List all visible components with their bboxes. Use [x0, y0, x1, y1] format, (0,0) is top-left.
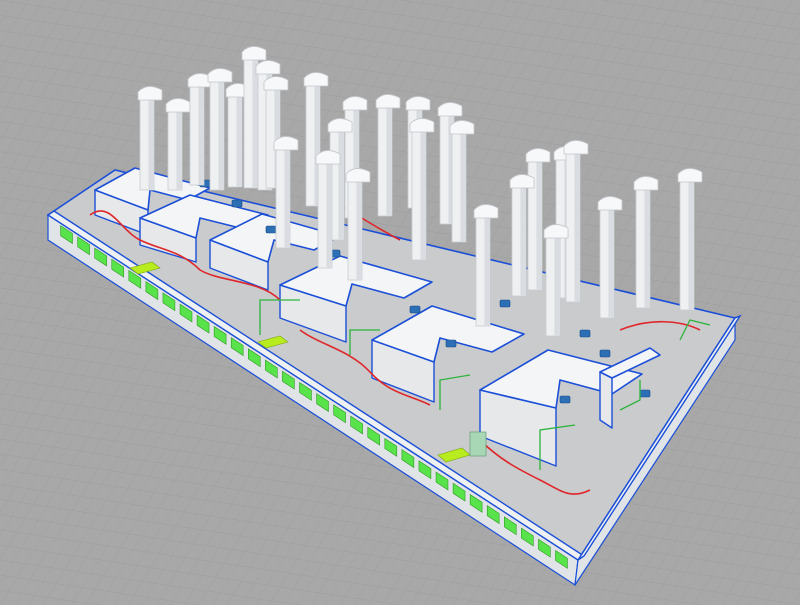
stack-shadow: [386, 106, 392, 216]
stack-shadow: [460, 132, 466, 242]
stack-shadow: [688, 180, 694, 310]
fan-unit-icon: [265, 225, 277, 234]
stack-cap: [303, 72, 329, 87]
stack-cap: [677, 168, 703, 183]
stack-cap: [241, 46, 267, 61]
stack-shadow: [338, 130, 344, 240]
fan-unit-icon: [499, 299, 511, 308]
stack-cap: [525, 148, 551, 163]
stack-shadow: [420, 130, 426, 260]
stack-cap: [449, 120, 475, 135]
stack-shadow: [574, 152, 580, 302]
control-cabinet-icon: [469, 431, 487, 457]
fan-unit-icon: [639, 389, 651, 398]
stack-shadow: [198, 85, 204, 185]
paint-booth-plant-3d-view: [0, 0, 800, 605]
stack-cap: [597, 196, 623, 211]
stack-shadow: [520, 186, 526, 296]
stack-shadow: [218, 80, 224, 190]
stack-shadow: [536, 160, 542, 290]
fan-unit-icon: [559, 395, 571, 404]
stack-cap: [543, 224, 569, 239]
stack-shadow: [148, 98, 154, 190]
stack-cap: [509, 174, 535, 189]
fan-unit-icon: [231, 199, 243, 208]
booth-wall: [599, 371, 613, 429]
fan-unit-icon: [579, 329, 591, 338]
fan-unit-icon: [409, 305, 421, 314]
stack-shadow: [608, 208, 614, 318]
stack-shadow: [484, 216, 490, 326]
stack-cap: [405, 96, 431, 111]
fan-unit-icon: [599, 349, 611, 358]
stack-shadow: [554, 236, 560, 336]
stack-shadow: [644, 188, 650, 308]
stack-shadow: [326, 162, 332, 268]
stack-cap: [165, 98, 191, 113]
stack-shadow: [356, 180, 362, 280]
stack-cap: [137, 86, 163, 101]
stack-cap: [437, 102, 463, 117]
stack-cap: [327, 118, 353, 133]
stack-cap: [315, 150, 341, 165]
stack-shadow: [284, 148, 290, 248]
stack-cap: [473, 204, 499, 219]
stack-cap: [255, 60, 281, 75]
stack-cap: [633, 176, 659, 191]
stack-cap: [342, 96, 368, 111]
stack-shadow: [252, 58, 258, 188]
stack-cap: [345, 168, 371, 183]
stack-cap: [375, 94, 401, 109]
stack-cap: [263, 76, 289, 91]
stack-shadow: [176, 110, 182, 190]
stack-shadow: [236, 95, 242, 187]
stack-cap: [207, 68, 233, 83]
stack-cap: [409, 118, 435, 133]
stack-cap: [273, 136, 299, 151]
stack-cap: [563, 140, 589, 155]
fan-unit-icon: [445, 339, 457, 348]
